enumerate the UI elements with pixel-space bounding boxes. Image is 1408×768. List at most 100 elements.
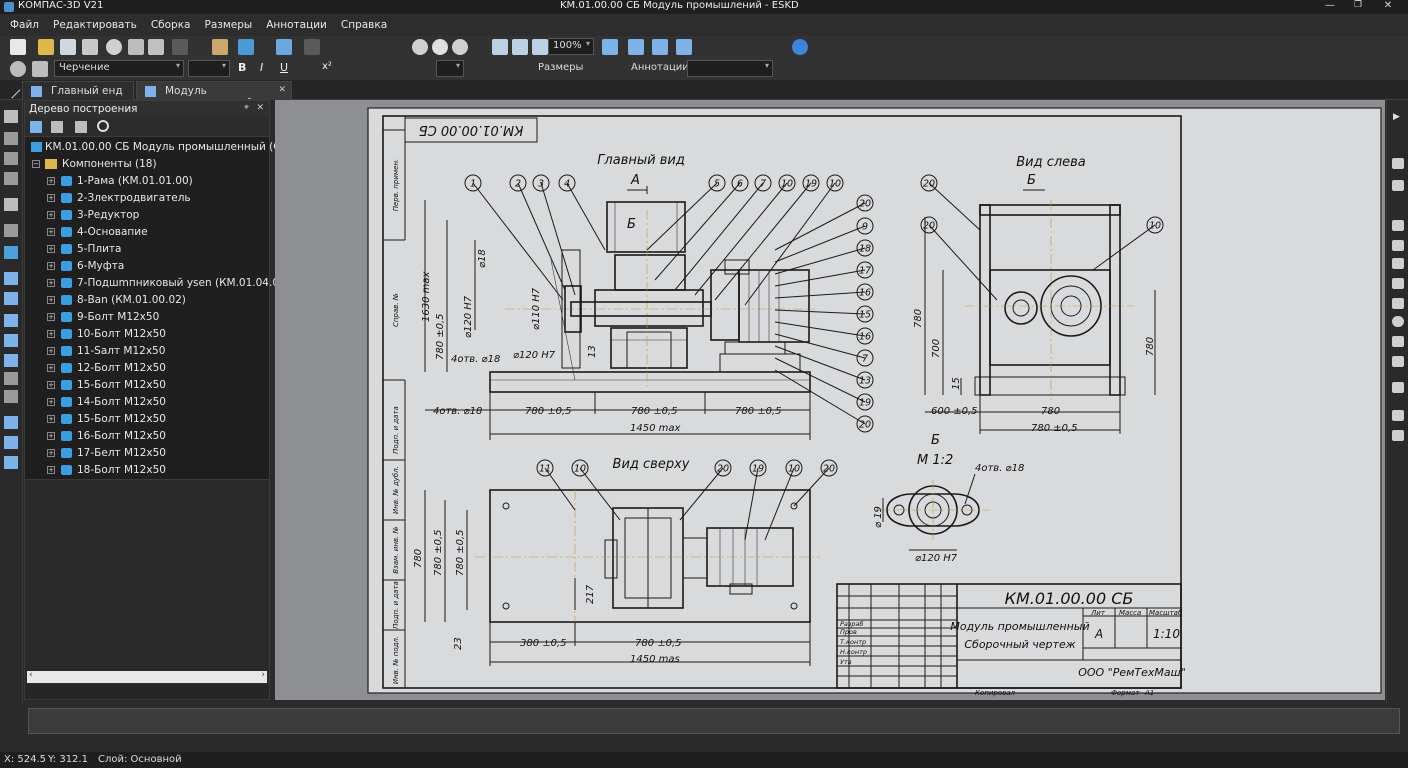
underline-button[interactable]: U [280, 61, 288, 74]
tree-group-icon[interactable] [75, 121, 87, 133]
cross-icon[interactable] [4, 436, 18, 449]
report-icon[interactable] [1392, 430, 1404, 441]
line-width-select[interactable]: ▾ [436, 60, 464, 77]
list-icon[interactable] [1392, 356, 1404, 367]
tree-item[interactable]: +15-Болт М12x50 [25, 411, 271, 428]
expand-icon[interactable]: + [47, 177, 55, 185]
expand-icon[interactable]: + [47, 262, 55, 270]
panel-close-icon[interactable]: ✕ [256, 103, 264, 113]
line-tool-icon[interactable] [1392, 240, 1404, 251]
block-icon[interactable] [4, 456, 18, 469]
expand-icon[interactable]: + [47, 449, 55, 457]
view-cube-icon[interactable] [1392, 180, 1404, 191]
expand-panel-icon[interactable]: ▶ [1393, 112, 1400, 122]
tree-item[interactable]: +12-Болт М12x50 [25, 360, 271, 377]
drawing-canvas[interactable]: .ln { stroke:#1a1a1a; stroke-width:1; fi… [275, 100, 1385, 700]
menu-edit[interactable]: Редактировать [53, 19, 137, 31]
zoom-in-icon[interactable] [432, 39, 448, 55]
pin-icon[interactable]: ⌖ [244, 103, 249, 113]
expand-icon[interactable]: + [47, 347, 55, 355]
expand-icon[interactable]: + [47, 466, 55, 474]
scroll-left-icon[interactable]: ‹ [29, 670, 33, 680]
print-icon[interactable] [82, 39, 98, 55]
menu-annotations[interactable]: Аннотации [266, 19, 327, 31]
help-icon[interactable] [792, 39, 808, 55]
expand-icon[interactable]: + [47, 398, 55, 406]
tree-item[interactable]: +2-Злектродвигатель [25, 190, 271, 207]
tree-item[interactable]: +1-Рама (КМ.01.01.00) [25, 173, 271, 190]
measure-icon[interactable] [4, 314, 18, 327]
tree-item[interactable]: +16-Болт М12x50 [25, 428, 271, 445]
expand-icon[interactable]: + [47, 415, 55, 423]
horizontal-scrollbar[interactable]: ‹ › [27, 670, 267, 683]
arc-icon[interactable] [4, 354, 18, 367]
text-icon[interactable] [4, 334, 18, 347]
component-icon[interactable] [4, 246, 18, 259]
tree-item[interactable]: +18-Болт М12x50 [25, 462, 271, 479]
table-icon[interactable] [4, 292, 18, 305]
table-icon[interactable] [676, 39, 692, 55]
leader-icon[interactable] [4, 390, 18, 403]
size-select[interactable]: ▾ [188, 60, 230, 77]
expand-icon[interactable]: − [32, 160, 40, 168]
curve-tool-icon[interactable] [1392, 258, 1404, 269]
drawing-sheet[interactable]: .ln { stroke:#1a1a1a; stroke-width:1; fi… [275, 100, 1385, 700]
text-style-icon[interactable] [32, 61, 48, 77]
hatch-icon[interactable] [4, 224, 18, 237]
tree-item[interactable]: +3-Редуктор [25, 207, 271, 224]
dimension-icon[interactable] [4, 372, 18, 385]
tree-item[interactable]: +7-Подшmпниковый ysen (КМ.01.04.00) [25, 275, 290, 292]
edit-sketch-icon[interactable] [1392, 220, 1404, 231]
library-icon[interactable] [1392, 382, 1404, 393]
maximize-button[interactable]: ❐ [1350, 0, 1366, 13]
edit-icon[interactable] [652, 39, 668, 55]
tree-item[interactable]: +6-Муфта [25, 258, 271, 275]
view-rotate-icon[interactable] [1392, 158, 1404, 169]
close-button[interactable]: ✕ [1380, 0, 1396, 13]
shape-icon[interactable] [4, 198, 18, 211]
menu-assembly[interactable]: Сборка [151, 19, 191, 31]
tree-item[interactable]: +10-Болт М12x50 [25, 326, 271, 343]
expand-icon[interactable]: + [47, 211, 55, 219]
bold-button[interactable]: B [238, 61, 246, 74]
superscript-button[interactable]: x² [322, 61, 332, 72]
paste-icon[interactable] [212, 39, 228, 55]
render-icon[interactable] [1392, 298, 1404, 309]
expand-icon[interactable]: + [47, 381, 55, 389]
clipboard-icon[interactable] [1392, 336, 1404, 347]
expand-icon[interactable]: + [47, 194, 55, 202]
tree-sort-icon[interactable] [51, 121, 63, 133]
annot-select[interactable]: ▾ [687, 60, 773, 77]
new-file-icon[interactable] [10, 39, 26, 55]
tree-filter-icon[interactable] [30, 121, 42, 133]
tree-item[interactable]: +4-Основапие [25, 224, 271, 241]
zoom-window-icon[interactable] [412, 39, 428, 55]
copy-icon[interactable] [128, 39, 144, 55]
snap-icon[interactable] [10, 61, 26, 77]
view-icon[interactable] [532, 39, 548, 55]
tree-item[interactable]: +5-Плита [25, 241, 271, 258]
dims-label[interactable]: Размеры [538, 62, 583, 73]
cut-icon[interactable] [172, 39, 188, 55]
check-icon[interactable] [148, 39, 164, 55]
expand-icon[interactable]: + [47, 364, 55, 372]
tab-main-view[interactable]: Главный енд [22, 81, 134, 100]
tree-item[interactable]: +15-Болт М12x50 [25, 377, 271, 394]
layers-icon[interactable] [602, 39, 618, 55]
sphere-icon[interactable] [1392, 316, 1404, 327]
view-icon[interactable] [4, 272, 18, 285]
undo-icon[interactable] [304, 39, 320, 55]
curve-icon[interactable] [4, 152, 18, 165]
open-folder-icon[interactable] [38, 39, 54, 55]
scroll-right-icon[interactable]: › [261, 670, 265, 680]
tree-root[interactable]: КМ.01.00.00 СБ Модуль промышленный (Сбор… [25, 139, 307, 156]
surface-icon[interactable] [1392, 278, 1404, 289]
zoom-select[interactable]: 100% ▾ [548, 38, 594, 55]
tree-item[interactable]: +14-Болт М12x50 [25, 394, 271, 411]
line-icon[interactable] [4, 172, 18, 185]
spec-icon[interactable] [1392, 410, 1404, 421]
grid-icon[interactable] [492, 39, 508, 55]
tree-item[interactable]: +8-Ваn (КМ.01.00.02) [25, 292, 271, 309]
properties-icon[interactable] [628, 39, 644, 55]
menu-help[interactable]: Справка [341, 19, 387, 31]
